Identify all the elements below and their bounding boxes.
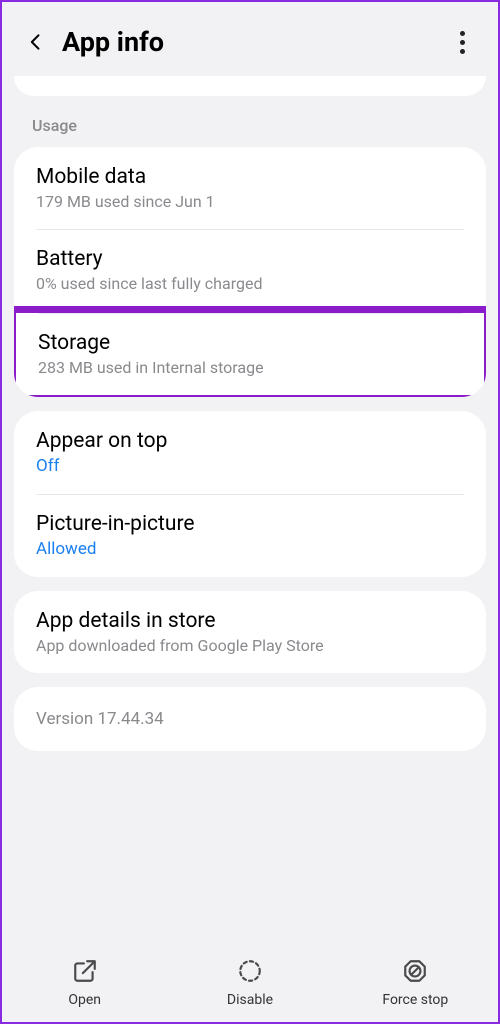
previous-card-sliver: [14, 76, 486, 96]
header: App info: [2, 2, 498, 76]
bottom-bar: Open Disable Force stop: [2, 950, 498, 1022]
mobile-data-row[interactable]: Mobile data 179 MB used since Jun 1: [14, 147, 486, 229]
usage-card: Mobile data 179 MB used since Jun 1 Batt…: [14, 147, 486, 397]
pip-row[interactable]: Picture-in-picture Allowed: [14, 494, 486, 577]
content: Usage Mobile data 179 MB used since Jun …: [2, 76, 498, 950]
storage-title: Storage: [38, 331, 462, 355]
pip-status: Allowed: [36, 539, 464, 559]
force-stop-icon: [402, 958, 428, 984]
more-options-icon[interactable]: [450, 30, 474, 54]
header-left: App info: [26, 26, 164, 58]
app-info-screen: App info Usage Mobile data 179 MB used s…: [0, 0, 500, 1024]
force-stop-button[interactable]: Force stop: [333, 958, 498, 1008]
app-details-sub: App downloaded from Google Play Store: [36, 636, 464, 655]
usage-section-label: Usage: [14, 108, 486, 147]
version-card: Version 17.44.34: [14, 687, 486, 751]
open-icon: [72, 958, 98, 984]
app-details-row[interactable]: App details in store App downloaded from…: [14, 591, 486, 673]
storage-row[interactable]: Storage 283 MB used in Internal storage: [14, 306, 486, 397]
version-text: Version 17.44.34: [36, 709, 464, 729]
mobile-data-sub: 179 MB used since Jun 1: [36, 192, 464, 211]
storage-sub: 283 MB used in Internal storage: [38, 358, 462, 377]
battery-sub: 0% used since last fully charged: [36, 274, 464, 293]
pip-title: Picture-in-picture: [36, 512, 464, 536]
disable-button[interactable]: Disable: [167, 958, 332, 1008]
store-card: App details in store App downloaded from…: [14, 591, 486, 673]
force-stop-label: Force stop: [382, 992, 448, 1008]
overlay-card: Appear on top Off Picture-in-picture All…: [14, 411, 486, 577]
open-button[interactable]: Open: [2, 958, 167, 1008]
disable-label: Disable: [227, 992, 273, 1008]
appear-on-top-status: Off: [36, 456, 464, 476]
app-details-title: App details in store: [36, 609, 464, 633]
open-label: Open: [68, 992, 101, 1008]
battery-row[interactable]: Battery 0% used since last fully charged: [14, 229, 486, 311]
battery-title: Battery: [36, 247, 464, 271]
disable-icon: [237, 958, 263, 984]
appear-on-top-row[interactable]: Appear on top Off: [14, 411, 486, 494]
mobile-data-title: Mobile data: [36, 165, 464, 189]
back-icon[interactable]: [26, 32, 46, 52]
page-title: App info: [62, 26, 164, 58]
appear-on-top-title: Appear on top: [36, 429, 464, 453]
